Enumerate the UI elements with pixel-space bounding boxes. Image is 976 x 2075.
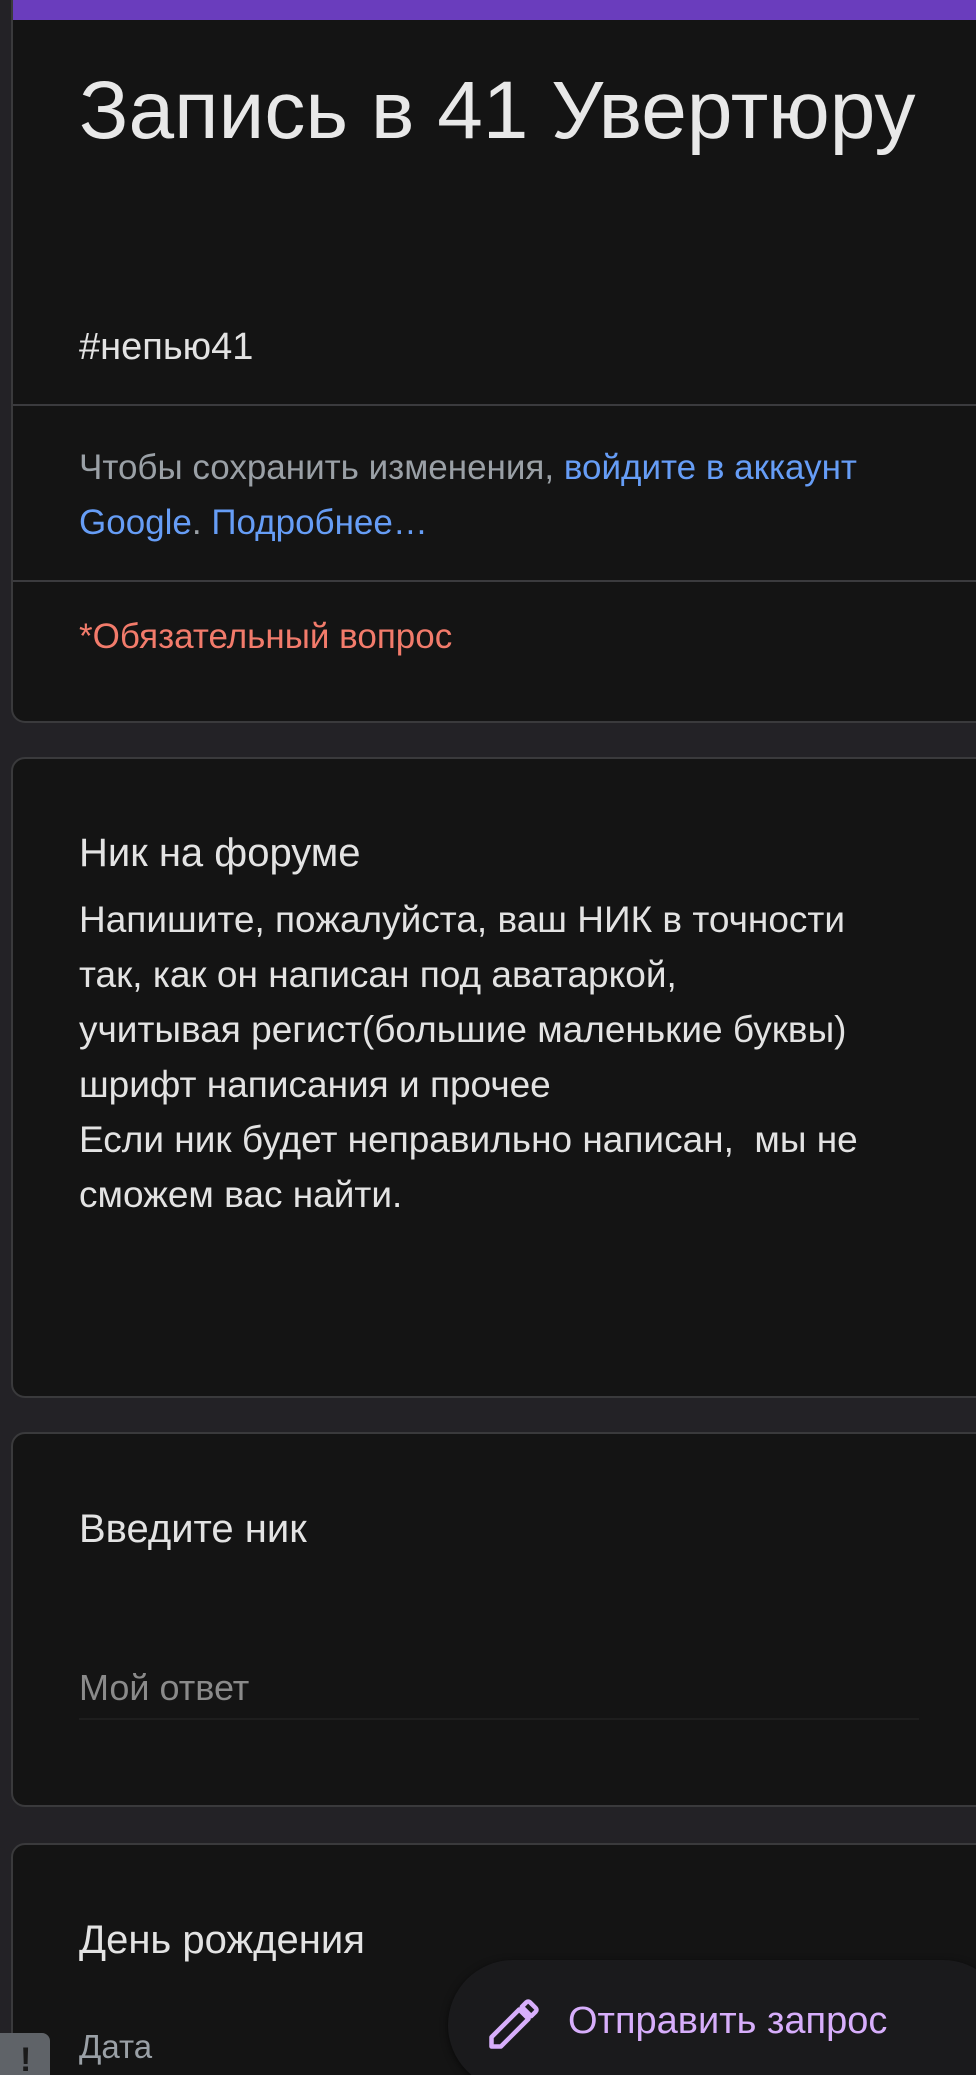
signin-note-text: Чтобы сохранить изменения, <box>79 448 564 487</box>
nick-info-card: Ник на форуме Напишите, пожалуйста, ваш … <box>11 757 976 1398</box>
section-title: Ник на форуме <box>79 831 361 875</box>
section-help-text: Напишите, пожалуйста, ваш НИК в точности… <box>79 892 909 1222</box>
signin-note: Чтобы сохранить изменения, войдите в акк… <box>79 440 879 550</box>
help-line: шрифт написания и прочее <box>79 1064 551 1105</box>
submit-request-label: Отправить запрос <box>568 2000 888 2042</box>
required-note: *Обязательный вопрос <box>79 617 453 656</box>
divider <box>13 580 976 582</box>
signin-note-separator: . <box>191 503 212 542</box>
nick-answer-input[interactable] <box>79 1658 919 1720</box>
divider <box>13 404 976 406</box>
help-line: Если ник будет неправильно написан, мы н… <box>79 1119 869 1215</box>
report-button[interactable]: ! <box>0 2033 50 2075</box>
pencil-icon <box>489 1999 539 2049</box>
question-title: Введите ник <box>79 1507 307 1551</box>
form-header-card: Запись в 41 Увертюру #непью41 Чтобы сохр… <box>11 0 976 723</box>
form-title: Запись в 41 Увертюру <box>79 65 916 156</box>
form-description: #непью41 <box>79 326 254 368</box>
question-title: День рождения <box>79 1918 365 1962</box>
submit-request-button[interactable]: Отправить запрос <box>448 1960 976 2075</box>
nick-question-card: Введите ник <box>11 1432 976 1807</box>
date-field-label: Дата <box>79 2028 153 2065</box>
help-line: учитывая регист(большие маленькие буквы) <box>79 1009 847 1050</box>
accent-bar <box>13 0 976 20</box>
exclamation-icon: ! <box>20 2041 32 2075</box>
help-line: Напишите, пожалуйста, ваш НИК в точности… <box>79 899 856 995</box>
learn-more-link[interactable]: Подробнее… <box>211 503 428 542</box>
